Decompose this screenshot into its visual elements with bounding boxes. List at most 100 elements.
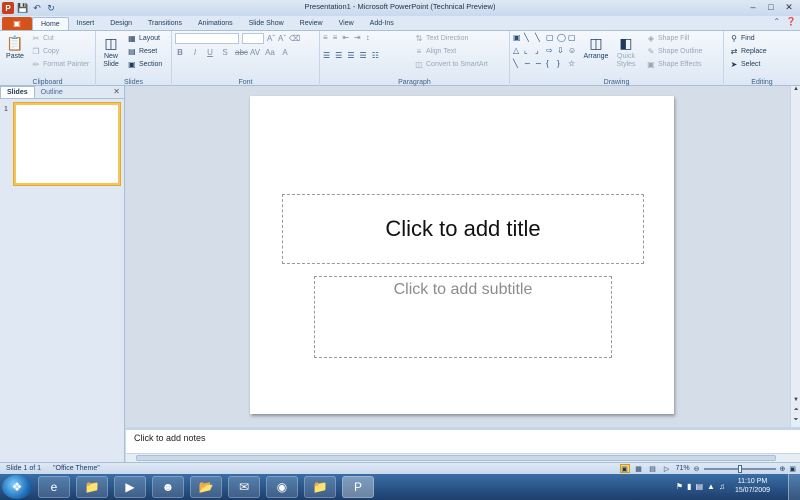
- undo-icon[interactable]: ↶: [31, 2, 43, 14]
- align-center-icon[interactable]: ☰: [335, 51, 342, 60]
- brace-shape-icon[interactable]: }: [557, 59, 567, 71]
- font-color-icon[interactable]: A: [280, 48, 290, 57]
- triangle-shape-icon[interactable]: △: [513, 46, 523, 58]
- scroll-thumb[interactable]: [136, 455, 776, 461]
- align-text-button[interactable]: ≡ Align Text: [414, 46, 488, 57]
- volume-icon[interactable]: ♫: [719, 482, 725, 491]
- new-slide-button[interactable]: ◫ New Slide: [99, 33, 123, 69]
- next-slide-icon[interactable]: ⏷: [791, 417, 800, 427]
- subtitle-placeholder[interactable]: Click to add subtitle: [314, 276, 612, 358]
- file-tab[interactable]: ▣: [2, 17, 32, 30]
- elbow-shape-icon[interactable]: ⌞: [524, 46, 534, 58]
- network-icon[interactable]: ▤: [695, 482, 703, 491]
- quick-styles-button[interactable]: ◧ Quick Styles: [614, 33, 638, 71]
- convert-smartart-button[interactable]: ◫ Convert to SmartArt: [414, 59, 488, 70]
- folder-icon[interactable]: 📂: [190, 476, 222, 498]
- columns-icon[interactable]: ☷: [372, 51, 379, 60]
- internet-explorer-icon[interactable]: e: [38, 476, 70, 498]
- arrow-shape-icon[interactable]: ⇨: [546, 46, 556, 58]
- clear-format-icon[interactable]: ⌫: [289, 34, 300, 43]
- layout-button[interactable]: ▦ Layout: [127, 33, 162, 44]
- save-icon[interactable]: 💾: [17, 2, 29, 14]
- tab-home[interactable]: Home: [32, 17, 69, 30]
- zoom-slider[interactable]: [703, 464, 776, 473]
- reading-view-icon[interactable]: ▤: [648, 464, 658, 473]
- folder-icon[interactable]: 📁: [76, 476, 108, 498]
- clock[interactable]: 11:10 PM 15/07/2009: [735, 477, 770, 495]
- copy-button[interactable]: ❐ Copy: [31, 46, 89, 57]
- select-button[interactable]: ➤ Select: [729, 59, 767, 70]
- media-player-icon[interactable]: ▶: [114, 476, 146, 498]
- tab-slide-show[interactable]: Slide Show: [241, 17, 292, 30]
- oval-shape-icon[interactable]: ◯: [557, 33, 567, 45]
- italic-icon[interactable]: I: [190, 48, 200, 57]
- char-spacing-icon[interactable]: AV: [250, 48, 260, 57]
- shapes-gallery[interactable]: ▣ ╲ ╲ ▢ ◯ ▢ △ ⌞ ⌟ ⇨ ⇩ ☺ ╲ ∽ ∼ { } ☆: [513, 33, 578, 71]
- zoom-in-icon[interactable]: ⊕: [780, 465, 786, 473]
- tab-insert[interactable]: Insert: [69, 17, 103, 30]
- line-shape-icon[interactable]: ╲: [513, 59, 523, 71]
- star-shape-icon[interactable]: ☆: [568, 59, 578, 71]
- bullets-icon[interactable]: ≡: [323, 33, 328, 42]
- format-painter-button[interactable]: ✏ Format Painter: [31, 59, 90, 70]
- start-button[interactable]: ❖: [2, 475, 32, 499]
- arrange-button[interactable]: ◫ Arrange: [584, 33, 609, 71]
- cut-button[interactable]: ✂ Cut: [31, 33, 89, 44]
- section-button[interactable]: ▣ Section: [127, 59, 162, 70]
- shape-fill-button[interactable]: ◈ Shape Fill: [646, 33, 702, 44]
- slide-canvas[interactable]: Click to add title Click to add subtitle: [250, 96, 674, 414]
- outlook-icon[interactable]: ✉: [228, 476, 260, 498]
- shape-outline-button[interactable]: ✎ Shape Outline: [646, 46, 703, 57]
- elbow-shape-icon[interactable]: ⌟: [535, 46, 545, 58]
- title-placeholder[interactable]: Click to add title: [282, 194, 644, 264]
- bold-icon[interactable]: B: [175, 48, 185, 57]
- scroll-up-icon[interactable]: ▲: [791, 86, 800, 96]
- powerpoint-icon[interactable]: P: [342, 476, 374, 498]
- browser-icon[interactable]: ◉: [266, 476, 298, 498]
- line-spacing-icon[interactable]: ↕: [366, 33, 370, 42]
- battery-icon[interactable]: ▮: [687, 482, 691, 491]
- fit-to-window-icon[interactable]: ▣: [789, 465, 796, 473]
- textbox-shape-icon[interactable]: ▣: [513, 33, 523, 45]
- paste-button[interactable]: 📋 Paste: [3, 33, 27, 61]
- justify-icon[interactable]: ☰: [360, 51, 367, 60]
- numbering-icon[interactable]: ≡: [333, 33, 338, 42]
- tab-animations[interactable]: Animations: [190, 17, 241, 30]
- theme-name[interactable]: "Office Theme": [47, 465, 106, 472]
- powerpoint-app-icon[interactable]: P: [2, 2, 14, 14]
- notes-pane[interactable]: Click to add notes: [126, 427, 800, 453]
- align-right-icon[interactable]: ☰: [347, 51, 354, 60]
- decrease-indent-icon[interactable]: ⇤: [342, 33, 349, 42]
- brace-shape-icon[interactable]: {: [546, 59, 556, 71]
- close-icon[interactable]: ✕: [780, 0, 798, 14]
- shape-effects-button[interactable]: ▣ Shape Effects: [646, 59, 702, 70]
- change-case-icon[interactable]: Aa: [265, 48, 275, 57]
- rectangle-shape-icon[interactable]: ▢: [568, 33, 578, 45]
- slideshow-view-icon[interactable]: ▷: [662, 464, 672, 473]
- minimize-icon[interactable]: –: [744, 0, 762, 14]
- zoom-level[interactable]: 71%: [676, 465, 690, 472]
- underline-icon[interactable]: U: [205, 48, 215, 57]
- slide-thumbnail[interactable]: [14, 103, 120, 185]
- tab-design[interactable]: Design: [102, 17, 140, 30]
- tab-view[interactable]: View: [331, 17, 362, 30]
- align-left-icon[interactable]: ☰: [323, 51, 330, 60]
- tab-transitions[interactable]: Transitions: [140, 17, 190, 30]
- tab-add-ins[interactable]: Add-Ins: [362, 17, 402, 30]
- normal-view-icon[interactable]: ▣: [619, 464, 630, 473]
- line-shape-icon[interactable]: ╲: [535, 33, 545, 45]
- replace-button[interactable]: ⇄ Replace: [729, 46, 767, 57]
- tab-outline[interactable]: Outline: [35, 86, 69, 98]
- show-desktop-button[interactable]: [788, 474, 800, 500]
- tab-review[interactable]: Review: [292, 17, 331, 30]
- arrow-shape-icon[interactable]: ⇩: [557, 46, 567, 58]
- scroll-down-icon[interactable]: ▼: [791, 397, 800, 407]
- slide-sorter-icon[interactable]: ▦: [634, 464, 644, 473]
- curve-shape-icon[interactable]: ∼: [535, 59, 545, 71]
- signal-icon[interactable]: ▲: [707, 482, 715, 491]
- previous-slide-icon[interactable]: ⏶: [791, 407, 800, 417]
- zoom-out-icon[interactable]: ⊖: [694, 465, 700, 473]
- text-direction-button[interactable]: ⇅ Text Direction: [414, 33, 488, 44]
- increase-indent-icon[interactable]: ⇥: [354, 33, 361, 42]
- find-button[interactable]: ⚲ Find: [729, 33, 767, 44]
